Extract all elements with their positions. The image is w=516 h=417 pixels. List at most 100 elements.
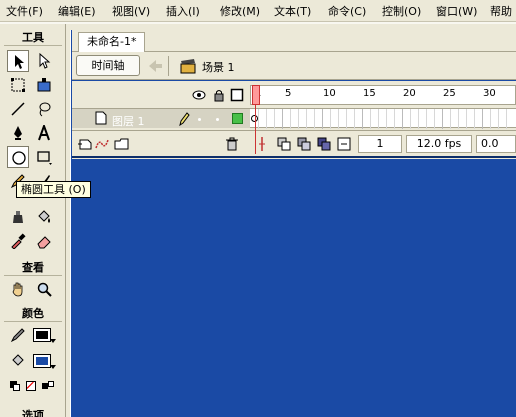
scene-label[interactable]: 场景 1 xyxy=(202,59,235,75)
menu-window[interactable]: 窗口(W) xyxy=(436,3,477,19)
frame-rate-field[interactable]: 12.0 fps xyxy=(406,135,472,153)
playhead-line xyxy=(255,105,256,154)
rectangle-tool[interactable] xyxy=(33,146,55,168)
ink-bottle-icon xyxy=(13,211,23,223)
edit-bar: 时间轴 场景 1 xyxy=(72,52,516,80)
layer-name[interactable]: 图层 1 xyxy=(112,113,145,129)
eraser-tool[interactable] xyxy=(33,230,55,252)
eyedropper-icon xyxy=(11,233,26,249)
back-arrow-icon[interactable] xyxy=(146,56,164,76)
frame-ruler[interactable]: 1 5 10 15 20 25 30 xyxy=(250,85,516,105)
onion-skin-outline-icon[interactable] xyxy=(296,136,312,152)
edit-bar-separator xyxy=(168,56,169,76)
frame-number: 15 xyxy=(363,88,376,99)
colors-header: 颜色 xyxy=(4,306,62,322)
layer-frames[interactable] xyxy=(250,108,516,129)
view-header: 查看 xyxy=(4,260,62,276)
menu-insert[interactable]: 插入(I) xyxy=(166,3,200,19)
toolbox: 工具 查看 颜色 选项 xyxy=(0,24,66,417)
frame-number: 25 xyxy=(443,88,456,99)
menu-view[interactable]: 视图(V) xyxy=(112,3,150,19)
frame-number: 30 xyxy=(483,88,496,99)
free-transform-tool[interactable] xyxy=(7,74,29,96)
oval-tool-tooltip: 椭圆工具 (O) xyxy=(16,181,91,198)
text-tool[interactable] xyxy=(33,122,55,144)
zoom-tool[interactable] xyxy=(33,278,55,300)
onion-skin-icon[interactable] xyxy=(276,136,292,152)
menu-modify[interactable]: 修改(M) xyxy=(220,3,260,19)
pen-icon xyxy=(14,126,22,140)
menu-bar: 文件(F) 编辑(E) 视图(V) 插入(I) 修改(M) 文本(T) 命令(C… xyxy=(0,0,516,22)
rectangle-icon xyxy=(37,151,52,165)
center-frame-icon[interactable] xyxy=(254,136,270,152)
menu-edit[interactable]: 编辑(E) xyxy=(58,3,96,19)
arrow-icon xyxy=(15,55,24,69)
ink-bottle-tool[interactable] xyxy=(7,206,29,228)
menu-file[interactable]: 文件(F) xyxy=(6,3,43,19)
hand-icon xyxy=(12,282,23,297)
lock-icon[interactable] xyxy=(212,88,226,102)
edit-multiple-frames-icon[interactable] xyxy=(316,136,332,152)
fill-color-swatch[interactable] xyxy=(33,354,56,369)
layer-outline-color[interactable] xyxy=(232,113,243,124)
magnifier-icon xyxy=(37,282,52,297)
stage-top-edge xyxy=(72,156,516,158)
timeline-toggle-button[interactable]: 时间轴 xyxy=(76,55,140,76)
timeline-footer: 1 12.0 fps 0.0 xyxy=(72,130,516,156)
free-transform-icon xyxy=(11,78,25,92)
menu-help[interactable]: 帮助 xyxy=(490,3,512,19)
frame-number: 20 xyxy=(403,88,416,99)
document-tab-bar: 未命名-1* xyxy=(72,30,516,52)
scene-clapper-icon xyxy=(180,59,196,74)
frame-number: 10 xyxy=(323,88,336,99)
hand-tool[interactable] xyxy=(7,278,29,300)
subselect-tool[interactable] xyxy=(33,50,55,72)
line-tool[interactable] xyxy=(7,98,29,120)
chevron-down-icon xyxy=(50,365,56,369)
default-colors-icon[interactable] xyxy=(10,381,20,391)
paint-bucket-icon xyxy=(38,210,50,223)
stroke-color-fill xyxy=(36,331,48,339)
lasso-icon xyxy=(39,102,51,117)
fill-transform-icon xyxy=(37,78,51,92)
edit-pencil-icon xyxy=(179,112,190,127)
add-motion-guide-icon[interactable] xyxy=(94,136,110,152)
layer-row[interactable]: 图层 1 xyxy=(72,108,250,128)
eraser-icon xyxy=(37,236,51,249)
insert-folder-icon[interactable] xyxy=(114,136,130,152)
paint-bucket-tool[interactable] xyxy=(33,206,55,228)
layer-page-icon xyxy=(95,111,107,125)
insert-layer-icon[interactable] xyxy=(78,136,94,152)
menu-control[interactable]: 控制(O) xyxy=(382,3,421,19)
options-header: 选项 xyxy=(22,409,44,417)
text-a-icon xyxy=(38,125,50,141)
line-icon xyxy=(11,102,25,116)
document-tab[interactable]: 未命名-1* xyxy=(78,32,146,52)
fill-color-fill xyxy=(36,357,48,365)
lasso-tool[interactable] xyxy=(33,98,55,120)
subselect-arrow-icon xyxy=(39,53,51,69)
oval-tool[interactable] xyxy=(7,146,29,168)
tools-header: 工具 xyxy=(4,30,62,46)
stroke-pencil-icon xyxy=(10,328,25,343)
swap-colors-icon[interactable] xyxy=(42,381,54,391)
arrow-tool[interactable] xyxy=(7,50,29,72)
elapsed-time-field[interactable]: 0.0 xyxy=(476,135,516,153)
eyedropper-tool[interactable] xyxy=(7,230,29,252)
trash-icon[interactable] xyxy=(224,136,240,152)
fill-transform-tool[interactable] xyxy=(33,74,55,96)
modify-markers-icon[interactable] xyxy=(336,136,352,152)
playhead[interactable] xyxy=(252,85,260,105)
oval-icon xyxy=(12,151,26,165)
menu-commands[interactable]: 命令(C) xyxy=(328,3,366,19)
visibility-dot[interactable] xyxy=(198,118,201,121)
eye-icon[interactable] xyxy=(192,88,206,102)
chevron-down-icon xyxy=(50,339,56,343)
pen-tool[interactable] xyxy=(7,122,29,144)
stroke-color-swatch[interactable] xyxy=(33,328,56,343)
no-color-icon[interactable] xyxy=(26,381,36,391)
menu-text[interactable]: 文本(T) xyxy=(274,3,311,19)
lock-dot[interactable] xyxy=(216,118,219,121)
current-frame-field[interactable]: 1 xyxy=(358,135,402,153)
outline-icon[interactable] xyxy=(230,88,244,102)
